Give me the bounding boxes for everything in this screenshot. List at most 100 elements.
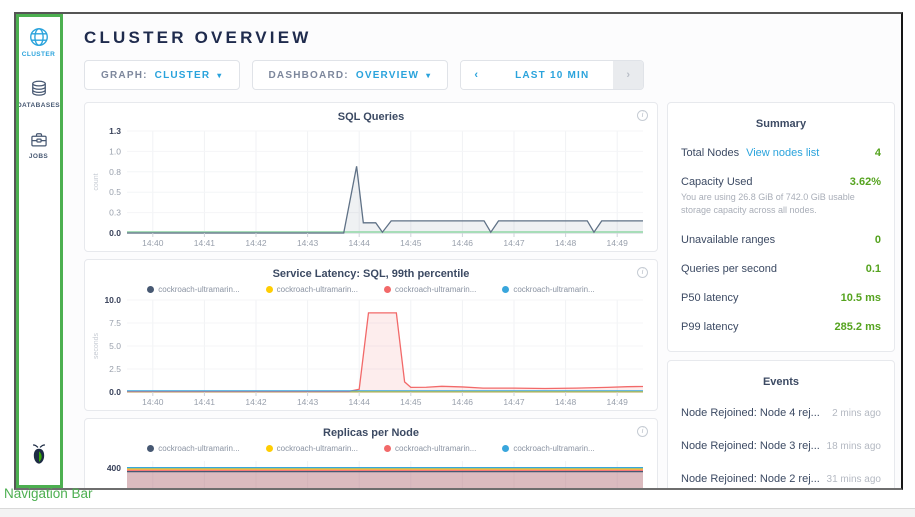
legend-item: cockroach-ultramarin... [266,444,358,453]
summary-value: 0 [875,234,881,246]
sidebar-item-label: DATABASES [17,102,60,109]
sidebar-item-cluster[interactable]: CLUSTER [22,26,56,58]
view-nodes-link[interactable]: View nodes list [746,147,819,159]
svg-text:14:41: 14:41 [194,397,216,407]
right-column: Summary Total Nodes View nodes list 4 Ca… [667,102,895,488]
event-row: Node Rejoined: Node 4 rej... 2 mins ago [681,396,881,429]
summary-title: Summary [681,118,881,130]
svg-text:14:40: 14:40 [142,397,164,407]
svg-text:14:42: 14:42 [245,238,267,248]
legend-label: cockroach-ultramarin... [513,444,594,453]
legend-label: cockroach-ultramarin... [395,285,476,294]
info-icon[interactable]: i [637,426,648,437]
legend-label: cockroach-ultramarin... [395,444,476,453]
event-time: 31 mins ago [827,474,881,485]
legend-dot [384,445,391,452]
svg-text:0.0: 0.0 [109,387,121,397]
graph-dropdown-label: GRAPH: [101,70,148,81]
summary-row-p50-latency: P50 latency 10.5 ms [681,283,881,312]
svg-text:14:40: 14:40 [142,238,164,248]
svg-text:0.3: 0.3 [109,208,121,218]
main-content: CLUSTER OVERVIEW GRAPH: CLUSTER ▾ DASHBO… [62,14,901,488]
svg-text:14:45: 14:45 [400,397,422,407]
legend-item: cockroach-ultramarin... [147,444,239,453]
summary-value: 3.62% [850,176,881,188]
summary-value: 10.5 ms [841,292,881,304]
legend-item: cockroach-ultramarin... [384,285,476,294]
legend-label: cockroach-ultramarin... [277,285,358,294]
time-prev-button[interactable]: ‹ [461,61,491,89]
summary-label: Capacity Used [681,176,753,188]
legend-dot [147,286,154,293]
capacity-note: You are using 26.8 GiB of 742.0 GiB usab… [681,191,881,217]
svg-text:count: count [93,173,100,190]
sql-queries-chart[interactable]: 0.00.30.50.81.01.314:4014:4114:4214:4314… [91,125,651,249]
chart-card-sql-queries: SQL Queries i 0.00.30.50.81.01.314:4014:… [84,102,658,252]
svg-text:10.0: 10.0 [104,296,121,305]
events-title: Events [681,376,881,388]
summary-value: 0.1 [866,263,881,275]
svg-text:14:41: 14:41 [194,238,216,248]
svg-text:2.5: 2.5 [109,364,121,374]
svg-text:seconds: seconds [93,332,100,359]
service-latency-chart[interactable]: 0.02.55.07.510.014:4014:4114:4214:4314:4… [91,296,651,408]
summary-row-unavailable-ranges: Unavailable ranges 0 [681,225,881,254]
event-time: 18 mins ago [827,441,881,452]
page: CLUSTER DATABASES [0,0,915,517]
sidebar: CLUSTER DATABASES [16,14,62,488]
legend-item: cockroach-ultramarin... [266,285,358,294]
svg-text:14:47: 14:47 [503,397,525,407]
svg-text:14:49: 14:49 [607,397,629,407]
event-time: 2 mins ago [832,408,881,419]
replicas-per-node-chart[interactable]: 400 [91,455,651,488]
svg-text:1.3: 1.3 [109,126,121,136]
svg-text:14:44: 14:44 [349,238,371,248]
event-text: Node Rejoined: Node 3 rej... [681,440,820,452]
time-range-button[interactable]: LAST 10 MIN [491,61,613,89]
legend-dot [147,445,154,452]
info-icon[interactable]: i [637,267,648,278]
dashboard-dropdown-label: DASHBOARD: [269,70,349,81]
summary-panel: Summary Total Nodes View nodes list 4 Ca… [667,102,895,352]
svg-text:14:46: 14:46 [452,238,474,248]
svg-text:14:47: 14:47 [503,238,525,248]
svg-text:14:44: 14:44 [349,397,371,407]
dashboard-dropdown-value: OVERVIEW [356,70,419,81]
event-row: Node Rejoined: Node 3 rej... 18 mins ago [681,429,881,462]
svg-text:14:45: 14:45 [400,238,422,248]
svg-text:0.5: 0.5 [109,187,121,197]
sidebar-item-databases[interactable]: DATABASES [17,79,60,109]
svg-text:5.0: 5.0 [109,341,121,351]
sidebar-item-jobs[interactable]: JOBS [29,130,49,160]
bottom-strip [0,508,915,517]
summary-row-queries-per-second: Queries per second 0.1 [681,254,881,283]
summary-label: P50 latency [681,292,738,304]
summary-label: Queries per second [681,263,777,275]
event-row: Node Rejoined: Node 2 rej... 31 mins ago [681,462,881,488]
chart-title: Service Latency: SQL, 99th percentile [91,268,651,280]
sidebar-item-label: JOBS [29,153,48,160]
svg-text:7.5: 7.5 [109,318,121,328]
legend-item: cockroach-ultramarin... [502,285,594,294]
graph-dropdown[interactable]: GRAPH: CLUSTER ▾ [84,60,240,90]
summary-value: 4 [875,147,881,159]
legend-dot [384,286,391,293]
summary-label: P99 latency [681,321,738,333]
cockroach-logo[interactable] [26,441,52,474]
summary-label: Unavailable ranges [681,234,775,246]
content-area: SQL Queries i 0.00.30.50.81.01.314:4014:… [84,102,895,488]
page-title: CLUSTER OVERVIEW [84,28,895,48]
events-panel: Events Node Rejoined: Node 4 rej... 2 mi… [667,360,895,488]
legend-dot [266,286,273,293]
info-icon[interactable]: i [637,110,648,121]
graph-dropdown-value: CLUSTER [155,70,211,81]
chevron-down-icon: ▾ [426,71,431,80]
time-next-button[interactable]: › [613,61,643,89]
dashboard-dropdown[interactable]: DASHBOARD: OVERVIEW ▾ [252,60,449,90]
chart-card-replicas: Replicas per Node i cockroach-ultramarin… [84,418,658,488]
briefcase-icon [29,130,49,150]
summary-row-capacity-used: Capacity Used 3.62% You are using 26.8 G… [681,167,881,225]
annotation-label: Navigation Bar [4,486,93,501]
legend-dot [502,445,509,452]
toolbar: GRAPH: CLUSTER ▾ DASHBOARD: OVERVIEW ▾ ‹… [84,60,895,90]
